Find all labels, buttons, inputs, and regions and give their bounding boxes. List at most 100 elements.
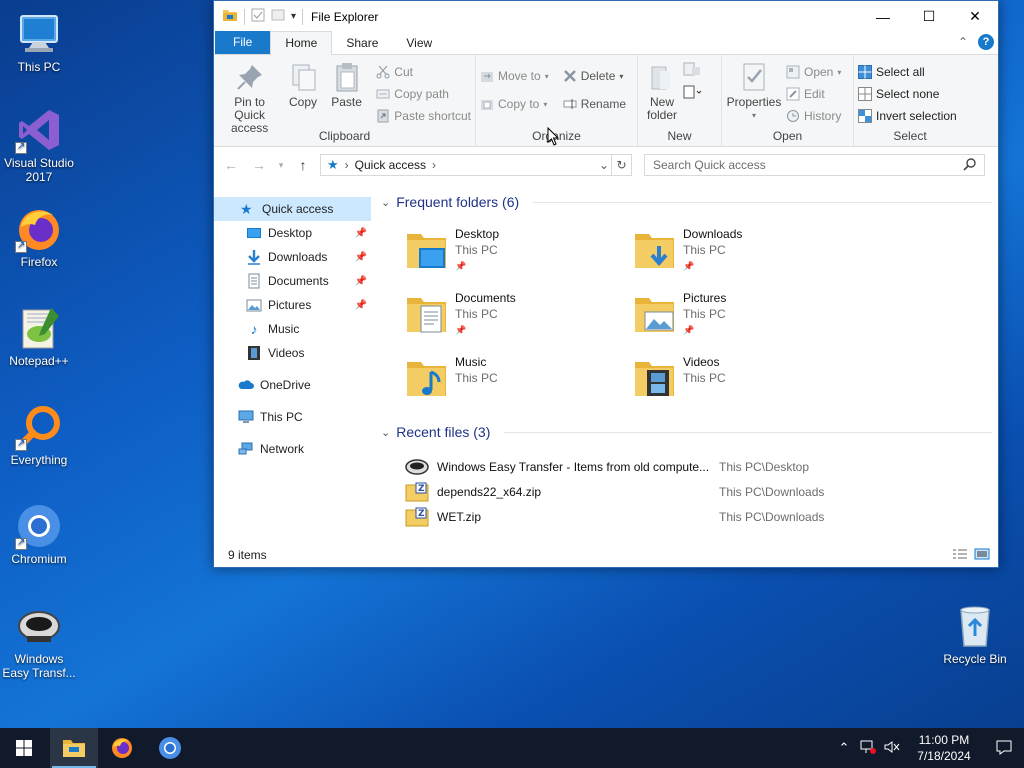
search-input[interactable]: Search Quick access — [644, 154, 985, 176]
address-bar-row: ← → ▾ ↑ ★ › Quick access › ⌄ ↻ Search Qu… — [214, 147, 998, 183]
desktop-icon-label: This PC — [17, 60, 61, 74]
desktop-icon-this-pc[interactable]: This PC — [1, 10, 77, 74]
desktop-icon-everything[interactable]: Everything — [1, 403, 77, 467]
move-to-label: Move to — [498, 69, 541, 83]
folder-tile-desktop[interactable]: Desktop This PC 📌 — [405, 224, 633, 276]
nav-item-pictures[interactable]: Pictures 📌 — [214, 293, 371, 317]
paste-shortcut-button[interactable]: Paste shortcut — [376, 107, 471, 125]
collapse-chevron-icon[interactable]: ⌄ — [381, 426, 390, 439]
folder-location: This PC — [455, 243, 498, 257]
collapse-ribbon-icon[interactable]: ⌃ — [958, 35, 968, 49]
nav-item-quick-access[interactable]: ★ Quick access — [214, 197, 371, 221]
refresh-button[interactable]: ↻ — [611, 155, 631, 175]
tab-file[interactable]: File — [215, 31, 271, 54]
select-all-button[interactable]: Select all — [858, 63, 957, 81]
file-explorer-icon — [63, 740, 85, 757]
properties-check-icon[interactable] — [251, 8, 265, 25]
tab-view[interactable]: View — [392, 32, 446, 54]
tab-share[interactable]: Share — [332, 32, 392, 54]
nav-item-downloads[interactable]: Downloads 📌 — [214, 245, 371, 269]
recent-files-header[interactable]: ⌄ Recent files (3) — [381, 420, 998, 444]
clock-date: 7/18/2024 — [917, 749, 971, 763]
action-center-button[interactable] — [984, 739, 1024, 758]
forward-button[interactable]: → — [248, 157, 270, 173]
file-name: depends22_x64.zip — [437, 484, 542, 499]
nav-item-onedrive[interactable]: OneDrive — [214, 373, 371, 397]
address-bar[interactable]: ★ › Quick access › ⌄ ↻ — [320, 154, 632, 176]
select-none-button[interactable]: Select none — [858, 85, 957, 103]
taskbar-file-explorer[interactable] — [50, 728, 98, 768]
folder-tile-pictures[interactable]: Pictures This PC 📌 — [633, 288, 861, 340]
recent-locations-button[interactable]: ▾ — [276, 160, 286, 171]
maximize-button[interactable]: ☐ — [906, 1, 952, 32]
folder-name: Downloads — [683, 227, 743, 241]
pin-icon — [234, 61, 266, 93]
desktop-icon-firefox[interactable]: Firefox — [1, 205, 77, 269]
close-button[interactable]: ✕ — [952, 1, 998, 32]
up-button[interactable]: ↑ — [292, 157, 314, 173]
folder-tile-music[interactable]: Music This PC — [405, 352, 633, 404]
desktop-icon-recycle-bin[interactable]: Recycle Bin — [937, 602, 1013, 666]
breadcrumb-chevron-icon[interactable]: › — [432, 158, 436, 172]
nav-item-music[interactable]: ♪ Music — [214, 317, 371, 341]
section-divider — [533, 201, 992, 203]
customize-qat-icon[interactable]: ▾ — [291, 11, 296, 22]
folder-tile-downloads[interactable]: Downloads This PC 📌 — [633, 224, 861, 276]
taskbar-firefox[interactable] — [98, 728, 146, 768]
copy-path-button[interactable]: Copy path — [376, 85, 471, 103]
nav-item-videos[interactable]: Videos — [214, 341, 371, 365]
search-placeholder: Search Quick access — [653, 158, 766, 172]
breadcrumb-quick-access[interactable]: Quick access — [355, 158, 426, 172]
network-status-icon[interactable] — [856, 740, 880, 757]
select-all-icon — [858, 65, 872, 79]
desktop-icon-notepadpp[interactable]: Notepad++ — [1, 304, 77, 368]
desktop-icon-windows-easy-transfer[interactable]: Windows Easy Transf... — [1, 602, 77, 680]
scissors-icon — [376, 65, 390, 79]
list-item[interactable]: Z WET.zip This PC\Downloads — [381, 504, 998, 529]
cut-button[interactable]: Cut — [376, 63, 471, 81]
show-hidden-icons-chevron-icon[interactable]: ⌃ — [832, 740, 856, 756]
folder-tile-videos[interactable]: Videos This PC — [633, 352, 861, 404]
nav-item-desktop[interactable]: Desktop 📌 — [214, 221, 371, 245]
desktop-icon-visual-studio[interactable]: Visual Studio 2017 — [1, 106, 77, 184]
new-folder-label: New folder — [646, 95, 678, 122]
move-to-button[interactable]: Move to ▾ — [480, 67, 549, 85]
invert-selection-button[interactable]: Invert selection — [858, 107, 957, 125]
videos-folder-icon — [633, 356, 677, 400]
desktop-icon-chromium[interactable]: Chromium — [1, 502, 77, 566]
list-item[interactable]: Windows Easy Transfer - Items from old c… — [381, 454, 998, 479]
edit-button[interactable]: Edit — [786, 85, 841, 103]
nav-item-documents[interactable]: Documents 📌 — [214, 269, 371, 293]
taskbar-chromium[interactable] — [146, 728, 194, 768]
list-item[interactable]: Z depends22_x64.zip This PC\Downloads — [381, 479, 998, 504]
rename-button[interactable]: Rename — [563, 95, 626, 113]
new-folder-qat-icon[interactable] — [271, 8, 285, 25]
copy-to-button[interactable]: Copy to ▾ — [480, 95, 549, 113]
new-item-icon[interactable] — [682, 61, 704, 82]
new-group-label: New — [667, 129, 692, 143]
frequent-folders-header[interactable]: ⌄ Frequent folders (6) — [381, 190, 998, 214]
tab-home[interactable]: Home — [270, 31, 333, 55]
start-button[interactable] — [0, 728, 48, 768]
volume-muted-icon[interactable] — [880, 740, 904, 757]
address-dropdown-icon[interactable]: ⌄ — [599, 158, 609, 172]
collapse-chevron-icon[interactable]: ⌄ — [381, 196, 390, 209]
history-button[interactable]: History — [786, 107, 841, 125]
details-view-icon[interactable] — [952, 548, 968, 563]
taskbar: ⌃ 11:00 PM 7/18/2024 — [0, 728, 1024, 768]
minimize-button[interactable]: — — [860, 1, 906, 32]
clock[interactable]: 11:00 PM 7/18/2024 — [904, 732, 984, 764]
nav-item-this-pc[interactable]: This PC — [214, 405, 371, 429]
help-icon[interactable]: ? — [978, 34, 994, 50]
back-button[interactable]: ← — [220, 157, 242, 173]
easy-access-icon[interactable] — [682, 84, 704, 105]
folder-tile-documents[interactable]: Documents This PC 📌 — [405, 288, 633, 340]
nav-label: Quick access — [262, 202, 334, 216]
nav-item-network[interactable]: Network — [214, 437, 371, 461]
open-button[interactable]: Open ▾ — [786, 63, 841, 81]
delete-button[interactable]: Delete ▾ — [563, 67, 626, 85]
clipboard-group-label: Clipboard — [318, 129, 371, 143]
ribbon-tabs: File Home Share View ⌃ ? — [214, 31, 998, 55]
large-icons-view-icon[interactable] — [974, 548, 990, 563]
